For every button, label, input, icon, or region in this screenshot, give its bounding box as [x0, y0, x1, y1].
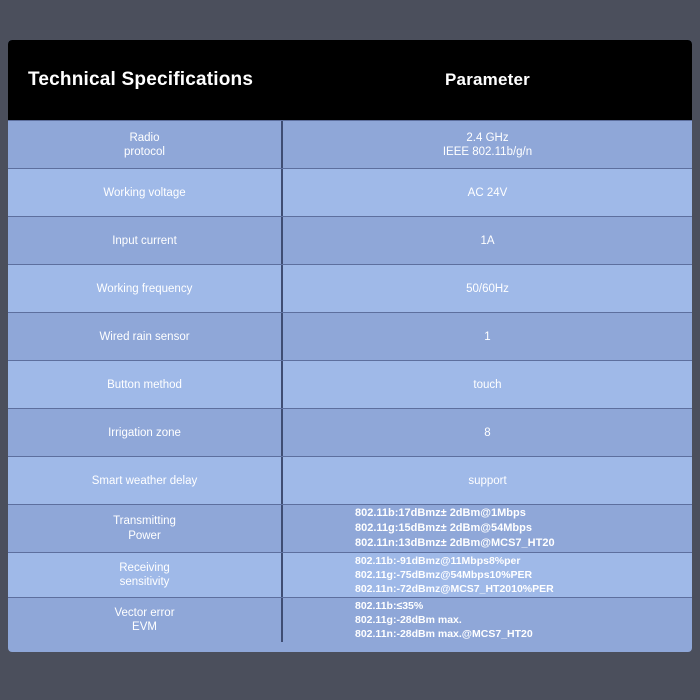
table-row: Button method touch	[8, 360, 692, 408]
table-row: Irrigation zone 8	[8, 408, 692, 456]
technical-specifications-table: Technical Specifications Parameter Radio…	[8, 40, 692, 652]
header-technical-specifications: Technical Specifications	[28, 69, 254, 90]
table-header-row: Technical Specifications Parameter	[8, 40, 692, 120]
spec-value-cell: 1	[484, 330, 491, 343]
spec-label-cell: Smart weather delay	[8, 457, 283, 504]
spec-value-cell: touch	[473, 378, 502, 391]
spec-label-cell: Working frequency	[8, 265, 283, 312]
spec-label-cell: Receiving sensitivity	[8, 553, 283, 597]
table-row: Smart weather delay support	[8, 456, 692, 504]
table-row: Wired rain sensor 1	[8, 312, 692, 360]
spec-value-cell: 802.11b:17dBmz± 2dBm@1Mbps 802.11g:15dBm…	[355, 507, 555, 549]
spec-value-cell: AC 24V	[467, 186, 508, 199]
spec-label-cell: Wired rain sensor	[8, 313, 283, 360]
spec-value-cell: 802.11b:≤35% 802.11g:-28dBm max. 802.11n…	[355, 600, 533, 640]
spec-label-cell: Input current	[8, 217, 283, 264]
table-row: Radio protocol 2.4 GHz IEEE 802.11b/g/n	[8, 120, 692, 168]
table-row: Working frequency 50/60Hz	[8, 264, 692, 312]
spec-label-cell: Working voltage	[8, 169, 283, 216]
spec-value-cell: 2.4 GHz IEEE 802.11b/g/n	[442, 131, 533, 158]
table-row: Input current 1A	[8, 216, 692, 264]
spec-label-cell: Irrigation zone	[8, 409, 283, 456]
header-parameter: Parameter	[445, 70, 530, 89]
spec-value-cell: 1A	[480, 234, 495, 247]
spec-label-cell: Radio protocol	[8, 121, 283, 168]
table-row: Working voltage AC 24V	[8, 168, 692, 216]
table-row: Vector error EVM 802.11b:≤35% 802.11g:-28…	[8, 597, 692, 642]
table-row: Transmitting Power 802.11b:17dBmz± 2dBm@1…	[8, 504, 692, 552]
spec-value-cell: 802.11b:-91dBmz@11Mbps8%per 802.11g:-75d…	[355, 555, 554, 595]
spec-label-cell: Vector error EVM	[8, 598, 283, 642]
spec-label-cell: Transmitting Power	[8, 505, 283, 552]
table-row: Receiving sensitivity 802.11b:-91dBmz@11M…	[8, 552, 692, 597]
spec-value-cell: 50/60Hz	[466, 282, 509, 295]
spec-label-cell: Button method	[8, 361, 283, 408]
table-body: Radio protocol 2.4 GHz IEEE 802.11b/g/n Wo…	[8, 120, 692, 642]
spec-value-cell: support	[468, 474, 507, 487]
spec-value-cell: 8	[484, 426, 491, 439]
